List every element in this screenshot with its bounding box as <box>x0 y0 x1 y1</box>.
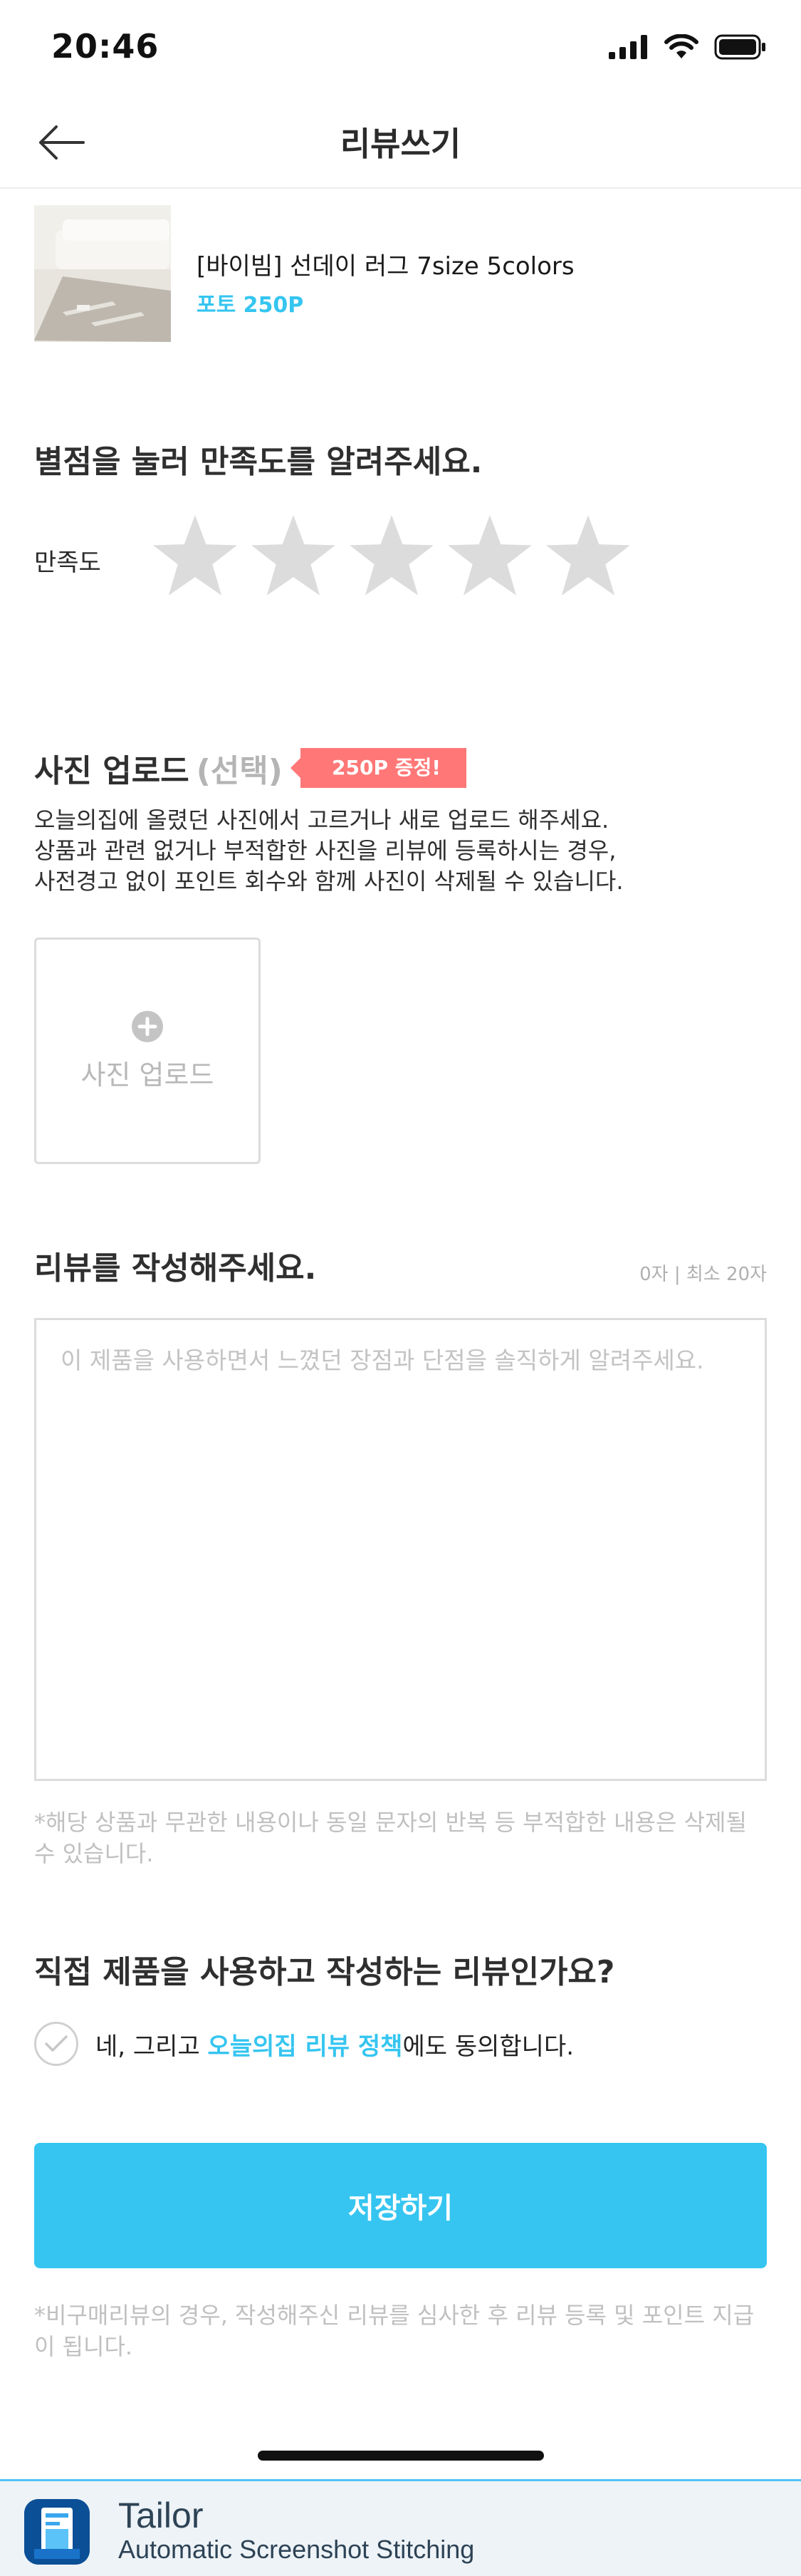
rating-label: 만족도 <box>34 549 101 577</box>
photo-optional-label: (선택) <box>196 753 283 789</box>
review-textarea[interactable] <box>34 1318 767 1781</box>
product-name: [바이빔] 선데이 러그 7size 5colors <box>197 252 575 281</box>
confirm-title: 직접 제품을 사용하고 작성하는 리뷰인가요? <box>34 1954 615 1990</box>
star-2-icon[interactable] <box>248 511 339 603</box>
character-counter: 0자 | 최소 20자 <box>639 1264 767 1285</box>
status-icons <box>609 34 767 60</box>
wifi-icon <box>664 34 698 58</box>
star-3-icon[interactable] <box>346 511 437 603</box>
banner-title: Tailor <box>118 2496 204 2535</box>
photo-desc-line: 상품과 관련 없거나 부적합한 사진을 리뷰에 등록하시는 경우, <box>34 837 617 864</box>
agree-prefix: 네, 그리고 <box>95 2032 208 2061</box>
photo-section-title: 사진 업로드 (선택) <box>34 745 283 791</box>
product-image <box>34 205 171 342</box>
star-4-icon[interactable] <box>444 511 535 603</box>
bottom-notice: *비구매리뷰의 경우, 작성해주신 리뷰를 심사한 후 리뷰 등록 및 포인트 … <box>34 2302 755 2360</box>
agree-text: 네, 그리고 오늘의집 리뷰 정책에도 동의합니다. <box>95 2027 574 2062</box>
photo-desc-line: 사전경고 없이 포인트 회수와 함께 사진이 삭제될 수 있습니다. <box>34 868 624 895</box>
save-button[interactable]: 저장하기 <box>34 2143 767 2268</box>
agree-row[interactable]: 네, 그리고 오늘의집 리뷰 정책에도 동의합니다. <box>34 2022 574 2066</box>
photo-desc-line: 오늘의집에 올렸던 사진에서 고르거나 새로 업로드 해주세요. <box>34 806 609 833</box>
photo-title-text: 사진 업로드 <box>34 753 189 789</box>
review-policy-link[interactable]: 오늘의집 리뷰 정책 <box>208 2032 403 2061</box>
point-badge: 250P 증정! <box>290 748 467 788</box>
photo-upload-button[interactable]: 사진 업로드 <box>34 938 261 1164</box>
review-title: 리뷰를 작성해주세요. <box>34 1250 317 1287</box>
agree-suffix: 에도 동의합니다. <box>402 2032 575 2061</box>
photo-description: 오늘의집에 올렸던 사진에서 고르거나 새로 업로드 해주세요. 상품과 관련 … <box>34 805 624 897</box>
star-5-icon[interactable] <box>543 511 634 603</box>
home-indicator <box>258 2451 544 2461</box>
product-point: 포토 250P <box>197 293 304 318</box>
photo-upload-label: 사진 업로드 <box>80 1059 214 1091</box>
banner-subtitle: Automatic Screenshot Stitching <box>118 2535 475 2564</box>
battery-icon <box>714 34 765 60</box>
status-time: 20:46 <box>51 27 159 66</box>
review-notice: *해당 상품과 무관한 내용이나 동일 문자의 반복 등 부적합한 내용은 삭제… <box>34 1809 747 1867</box>
star-rating <box>150 511 634 603</box>
agree-checkbox[interactable] <box>34 2022 78 2066</box>
signal-icon <box>609 35 647 59</box>
page-title: 리뷰쓰기 <box>340 125 461 163</box>
tailor-app-icon <box>24 2499 90 2565</box>
rating-title: 별점을 눌러 만족도를 알려주세요. <box>34 444 483 480</box>
star-1-icon[interactable] <box>150 511 241 603</box>
plus-circle-icon <box>132 1010 163 1042</box>
nav-divider <box>0 187 801 189</box>
check-icon <box>45 2035 68 2052</box>
